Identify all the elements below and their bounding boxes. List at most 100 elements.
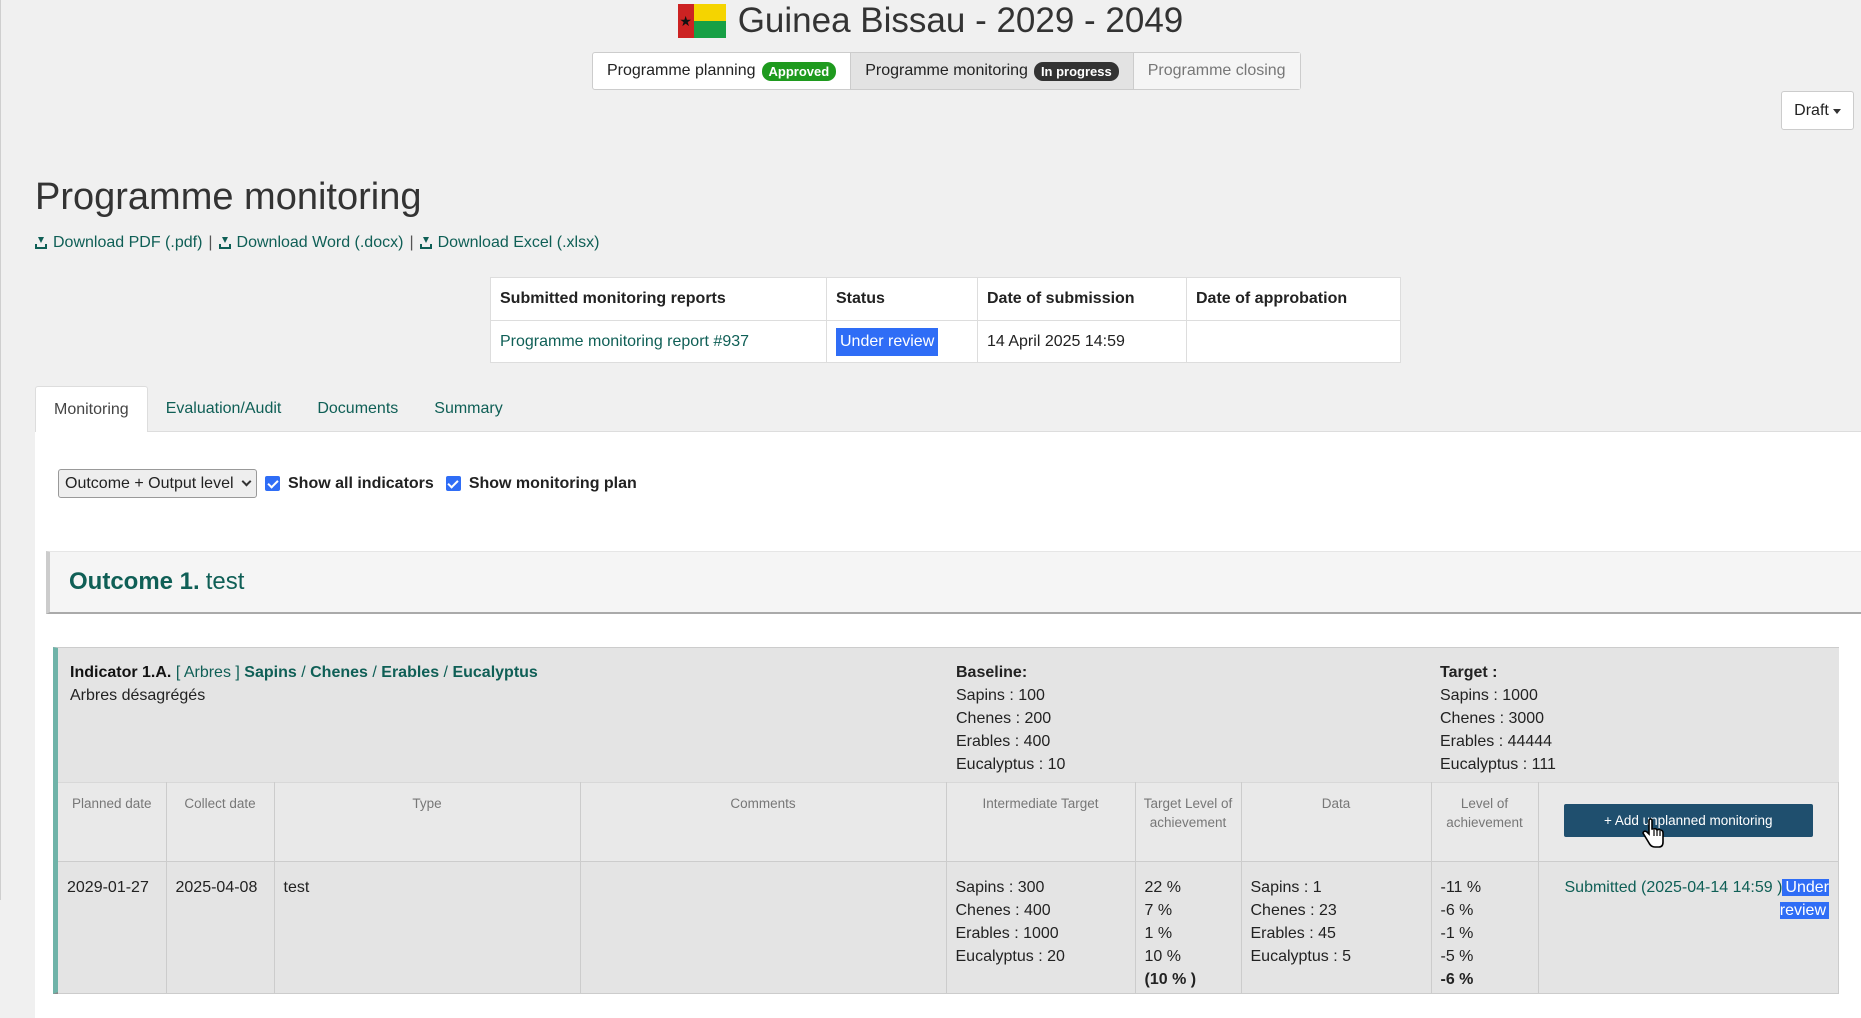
- monitoring-table: Planned date Collect date Type Comments …: [58, 782, 1839, 994]
- tab-documents[interactable]: Documents: [299, 386, 416, 432]
- in-progress-badge: In progress: [1033, 61, 1119, 81]
- intermediate-value: Eucalyptus : 20: [955, 948, 1065, 965]
- phase-closing[interactable]: Programme closing: [1133, 53, 1300, 89]
- baseline-label: Baseline:: [956, 664, 1028, 681]
- target-value: Chenes : 3000: [1440, 710, 1545, 727]
- col-header-submission: Date of submission: [977, 277, 1187, 321]
- col-header-target-level: Target Level of achievement: [1134, 782, 1242, 862]
- indicator-description: Arbres désagrégés: [70, 687, 206, 704]
- target-level-total: (10 % ): [1144, 971, 1197, 988]
- target-value: Sapins : 1000: [1440, 687, 1538, 704]
- status-badge: Under review: [1779, 879, 1829, 919]
- monitoring-reports-table: Submitted monitoring reports Status Date…: [490, 277, 1401, 363]
- target-value: Erables : 44444: [1440, 733, 1553, 750]
- approved-badge: Approved: [761, 61, 837, 81]
- intermediate-target-cell: Sapins : 300 Chenes : 400 Erables : 1000…: [945, 861, 1136, 994]
- data-value: Sapins : 1: [1250, 879, 1322, 896]
- indicator-baseline: Baseline: Sapins : 100 Chenes : 200 Erab…: [956, 661, 1065, 776]
- target-level-value: 22 %: [1144, 879, 1181, 896]
- show-all-indicators-checkbox[interactable]: [265, 476, 280, 491]
- level-value: -5 %: [1440, 948, 1474, 965]
- separator: |: [409, 234, 414, 251]
- show-all-indicators-label: Show all indicators: [288, 474, 434, 492]
- target-value: Eucalyptus : 111: [1440, 756, 1556, 773]
- phase-monitoring[interactable]: Programme monitoring In progress: [851, 53, 1134, 89]
- guinea-bissau-flag-icon: ★: [677, 4, 726, 38]
- col-header-collect-date: Collect date: [165, 782, 275, 862]
- phase-planning-label: Programme planning: [607, 62, 756, 79]
- download-icon: [419, 237, 432, 249]
- indicator-target: Target : Sapins : 1000 Chenes : 3000 Era…: [1440, 661, 1556, 776]
- level-total: -6 %: [1440, 971, 1474, 988]
- table-row: 2029-01-27 2025-04-08 test Sapins : 300 …: [58, 861, 1839, 994]
- col-header-intermediate-target: Intermediate Target: [945, 782, 1136, 862]
- col-header-actions: + Add unplanned monitoring: [1537, 782, 1839, 862]
- phase-planning[interactable]: Programme planning Approved: [593, 53, 852, 89]
- tab-summary[interactable]: Summary: [416, 386, 520, 432]
- status-cell: Under review: [826, 320, 978, 363]
- col-header-reports: Submitted monitoring reports: [490, 277, 827, 321]
- show-monitoring-plan-checkbox[interactable]: [445, 476, 461, 491]
- dim-eucalyptus-link[interactable]: Eucalyptus: [452, 664, 537, 681]
- caret-down-icon: [1832, 109, 1841, 114]
- col-header-approbation: Date of approbation: [1186, 277, 1401, 321]
- programme-title: Guinea Bissau - 2029 - 2049: [737, 1, 1184, 40]
- content-tabs: Monitoring Evaluation/Audit Documents Su…: [35, 386, 521, 432]
- col-header-planned-date: Planned date: [58, 782, 167, 862]
- indicator-title: Indicator 1.A. [ Arbres ] Sapins / Chene…: [70, 661, 538, 684]
- outcome-name: test: [205, 568, 245, 595]
- table-header-row: Planned date Collect date Type Comments …: [58, 782, 1839, 862]
- comments-cell: [579, 861, 947, 994]
- intermediate-value: Erables : 1000: [955, 925, 1059, 942]
- planned-date-cell: 2029-01-27: [58, 861, 167, 994]
- dim-sapins-link[interactable]: Sapins: [244, 664, 296, 681]
- data-cell: Sapins : 1 Chenes : 23 Erables : 45 Euca…: [1240, 861, 1432, 994]
- download-pdf-link[interactable]: Download PDF (.pdf): [35, 234, 202, 252]
- baseline-value: Erables : 400: [956, 733, 1051, 750]
- indicator-card: Indicator 1.A. [ Arbres ] Sapins / Chene…: [53, 647, 1839, 994]
- download-word-link[interactable]: Download Word (.docx): [218, 234, 403, 252]
- submitted-link[interactable]: Submitted (2025-04-14 14:59 ): [1565, 879, 1783, 896]
- intermediate-value: Chenes : 400: [955, 902, 1051, 919]
- baseline-value: Eucalyptus : 10: [956, 756, 1066, 773]
- tab-monitoring[interactable]: Monitoring: [35, 386, 148, 432]
- level-select-value: Outcome + Output level: [65, 474, 234, 492]
- report-link[interactable]: Programme monitoring report #937: [500, 333, 749, 350]
- chevron-down-icon: [241, 476, 252, 487]
- level-value: -1 %: [1440, 925, 1474, 942]
- dim-erables-link[interactable]: Erables: [381, 664, 439, 681]
- dim-chenes-link[interactable]: Chenes: [310, 664, 368, 681]
- col-header-type: Type: [273, 782, 581, 862]
- baseline-value: Sapins : 100: [956, 687, 1045, 704]
- col-header-level-achievement: Level of achievement: [1430, 782, 1539, 862]
- indicator-category-link[interactable]: [ Arbres ]: [176, 664, 240, 681]
- approbation-date-cell: [1186, 320, 1401, 363]
- type-cell: test: [273, 861, 581, 994]
- indicator-header: Indicator 1.A. [ Arbres ] Sapins / Chene…: [70, 661, 538, 707]
- level-select[interactable]: Outcome + Output level: [58, 469, 257, 498]
- download-excel-link[interactable]: Download Excel (.xlsx): [419, 234, 600, 252]
- submission-date-cell: 14 April 2025 14:59: [977, 320, 1187, 363]
- outcome-header: Outcome 1. test: [46, 551, 1861, 614]
- dim-separator: /: [372, 664, 377, 681]
- submission-status-cell: Submitted (2025-04-14 14:59 ) Under revie…: [1537, 861, 1839, 994]
- download-excel-label: Download Excel (.xlsx): [437, 234, 600, 251]
- tab-evaluation-audit[interactable]: Evaluation/Audit: [148, 386, 300, 432]
- phase-navigation: Programme planning Approved Programme mo…: [592, 52, 1301, 90]
- dim-separator: /: [301, 664, 306, 681]
- phase-closing-label: Programme closing: [1147, 62, 1286, 79]
- show-monitoring-plan-label: Show monitoring plan: [468, 474, 637, 492]
- download-links: Download PDF (.pdf) | Download Word (.do…: [35, 234, 599, 252]
- data-value: Eucalyptus : 5: [1250, 948, 1352, 965]
- data-value: Chenes : 23: [1250, 902, 1337, 919]
- page-title: Programme monitoring: [35, 176, 422, 218]
- data-value: Erables : 45: [1250, 925, 1336, 942]
- page-left-rule: [0, 0, 1, 900]
- add-unplanned-monitoring-button[interactable]: + Add unplanned monitoring: [1563, 804, 1813, 837]
- indicator-code: Indicator 1.A.: [70, 664, 172, 681]
- col-header-status: Status: [826, 277, 978, 321]
- dim-separator: /: [443, 664, 448, 681]
- draft-dropdown-button[interactable]: Draft: [1781, 91, 1854, 130]
- table-row: Programme monitoring report #937 Under r…: [490, 320, 1401, 363]
- table-header-row: Submitted monitoring reports Status Date…: [490, 277, 1401, 321]
